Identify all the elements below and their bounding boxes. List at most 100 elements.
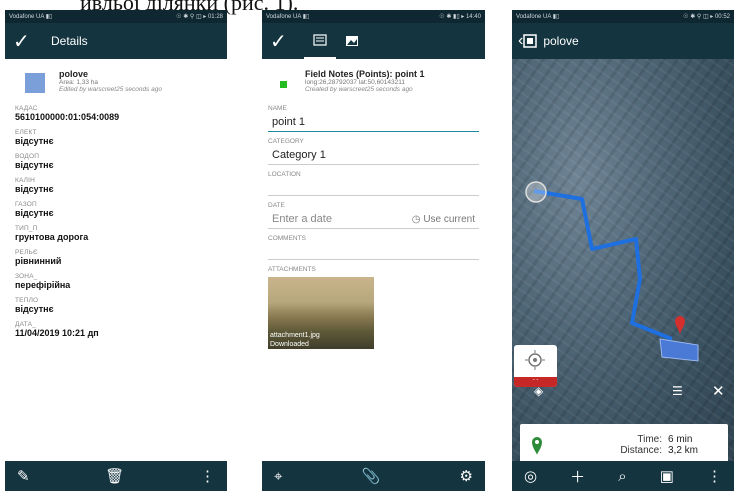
check-icon[interactable]: ✓ [270, 29, 304, 54]
collect-location-icon[interactable]: ⌖ [274, 468, 282, 485]
tab-form[interactable] [304, 23, 336, 59]
attribute-label: ТЕПЛО [15, 297, 39, 304]
pin-icon [532, 437, 542, 455]
attachment-filename: attachment1.jpg [270, 332, 320, 339]
more-vert-icon[interactable]: ⋮ [707, 467, 722, 485]
status-right: ☉ ✱ ▮▯ ▸ 14:40 [439, 14, 481, 20]
clock-icon: ◷ [411, 213, 421, 225]
check-icon[interactable]: ✓ [13, 29, 43, 54]
point-marker-icon [280, 81, 287, 88]
route-overlay: ◈ ☰ ✕ [525, 181, 725, 400]
attribute-value: відсутнє [15, 184, 54, 194]
attribute-value: відсутнє [15, 136, 54, 146]
time-label: Time: [637, 434, 662, 445]
attribute-label: ЕЛЕКТ [15, 129, 37, 136]
attribute-row: ГАЗОП відсутнє [15, 201, 217, 218]
time-value: 6 min [668, 434, 693, 445]
polygon-feature-icon [523, 34, 538, 48]
tab-media[interactable] [336, 23, 368, 59]
app-bar: ‹ polove [512, 23, 734, 59]
field-polygon [659, 338, 699, 362]
close-icon: ✕ [712, 382, 725, 400]
attribute-label: КАЛІН [15, 177, 36, 184]
attribute-label: ВОДОП [15, 153, 40, 160]
attribute-row: ДАТА_ 11/04/2019 10:21 дп [15, 321, 217, 338]
phone-details: Vodafone UA ▮▯ ☉ ✱ ⚲ ◫ ▸ 01:28 ✓ Details… [5, 10, 227, 491]
carrier-1: Vodafone UA [266, 14, 302, 20]
feature-created: Created by warscreet25 seconds ago [305, 86, 413, 93]
attribute-label: ЗОНА_ [15, 273, 38, 280]
name-input[interactable]: point 1 [268, 112, 479, 132]
edit-pencil-icon[interactable]: ✎ [17, 467, 30, 485]
page-title: Details [51, 34, 88, 48]
crosshair-icon [525, 350, 545, 370]
page-title: polove [543, 34, 579, 48]
destination-pin-icon [675, 316, 685, 335]
status-right: ☉ ✱ ⚲ ◫ ▸ 01:28 [176, 14, 223, 20]
carrier-1: Vodafone UA [9, 14, 45, 20]
attribute-label: ГАЗОП [15, 201, 37, 208]
attribute-row: ТЕПЛО відсутнє [15, 297, 217, 314]
date-label: DATE [268, 202, 285, 209]
attribute-row: КАЛІН відсутнє [15, 177, 217, 194]
route-info-card: Time: 6 min Distance: 3,2 km [520, 424, 728, 466]
attribute-value: 11/04/2019 10:21 дп [15, 328, 99, 338]
distance-value: 3,2 km [668, 445, 699, 456]
feature-header: polove Area: 1,33 ha Edited by warscreet… [15, 69, 217, 93]
attribute-value: відсутнє [15, 304, 54, 314]
attach-paperclip-icon[interactable]: 📎 [362, 467, 381, 485]
use-current-label: Use current [423, 213, 475, 225]
form-icon [313, 34, 327, 46]
carrier-1: Vodafone UA [516, 14, 552, 20]
gps-icon[interactable]: ◎ [524, 467, 537, 485]
location-input[interactable] [268, 178, 479, 196]
phone-form: Vodafone UA ▮▯ ☉ ✱ ▮▯ ▸ 14:40 ✓ Field No… [262, 10, 485, 491]
map-view[interactable]: ◈ ☰ ✕ [512, 59, 734, 461]
feature-area: Area: 1,33 ha [59, 79, 99, 86]
feature-name: polove [59, 69, 89, 79]
feature-edited: Edited by warscreet25 seconds ago [59, 86, 162, 93]
map-layers-icon[interactable]: ▣ [660, 467, 674, 485]
attribute-label: РЕЛЬЄ [15, 249, 38, 256]
app-bar: ✓ Details [5, 23, 227, 59]
attribute-label: КАДАС [15, 105, 38, 112]
attribute-row: ЕЛЕКТ відсутнє [15, 129, 217, 146]
location-label: LOCATION [268, 171, 301, 178]
distance-label: Distance: [620, 445, 662, 456]
search-icon[interactable]: ⌕ [618, 468, 626, 485]
comments-input[interactable] [268, 242, 479, 260]
attribute-row: КАДАС 5610100000:01:054:0089 [15, 105, 217, 122]
feature-coords: long:26,28792037 lat:50,60143211 [305, 79, 406, 86]
category-label: CATEGORY [268, 138, 304, 145]
attribute-value: 5610100000:01:054:0089 [15, 112, 120, 122]
more-vert-icon[interactable]: ⋮ [200, 467, 215, 485]
attribute-value: відсутнє [15, 208, 54, 218]
date-input[interactable]: Enter a date ◷ Use current [268, 209, 479, 229]
category-select[interactable]: Category 1 [268, 145, 479, 165]
status-bar: Vodafone UA ▮▯ ☉ ✱ ⚲ ◫ ▸ 01:28 [5, 10, 227, 23]
polygon-swatch-icon [25, 73, 45, 93]
attribute-value: грунтова дорога [15, 232, 89, 242]
comments-label: COMMENTS [268, 235, 306, 242]
attribute-value: відсутнє [15, 160, 54, 170]
attribute-value: рівнинний [15, 256, 62, 266]
route-line [533, 189, 673, 341]
list-icon: ☰ [672, 384, 683, 398]
settings-gear-icon[interactable]: ⚙ [460, 467, 473, 485]
attribute-label: ТИП_П [15, 225, 38, 232]
attribute-list: КАДАС 5610100000:01:054:0089 ЕЛЕКТ відсутнє… [15, 105, 217, 338]
attachment-thumbnail[interactable]: attachment1.jpg Downloaded [268, 277, 374, 349]
status-bar: Vodafone UA ▮▯ ☉ ✱ ▮▯ ▸ 14:40 [262, 10, 485, 23]
add-plus-icon[interactable]: ＋ [570, 466, 585, 487]
trash-icon[interactable]: 🗑 [105, 467, 124, 485]
attachment-status: Downloaded [270, 341, 309, 348]
status-right: ☉ ✱ ⚲ ◫ ▸ 00:52 [683, 14, 730, 20]
origin-marker [525, 181, 547, 203]
attribute-row: РЕЛЬЄ рівнинний [15, 249, 217, 266]
tab-bar: ✓ [262, 23, 485, 59]
locate-button[interactable]: - - [514, 345, 557, 387]
attribute-row: ТИП_П грунтова дорога [15, 225, 217, 242]
location-accuracy-badge: - - [514, 377, 557, 387]
use-current-button[interactable]: ◷ Use current [412, 214, 475, 225]
attribute-row: ВОДОП відсутнє [15, 153, 217, 170]
